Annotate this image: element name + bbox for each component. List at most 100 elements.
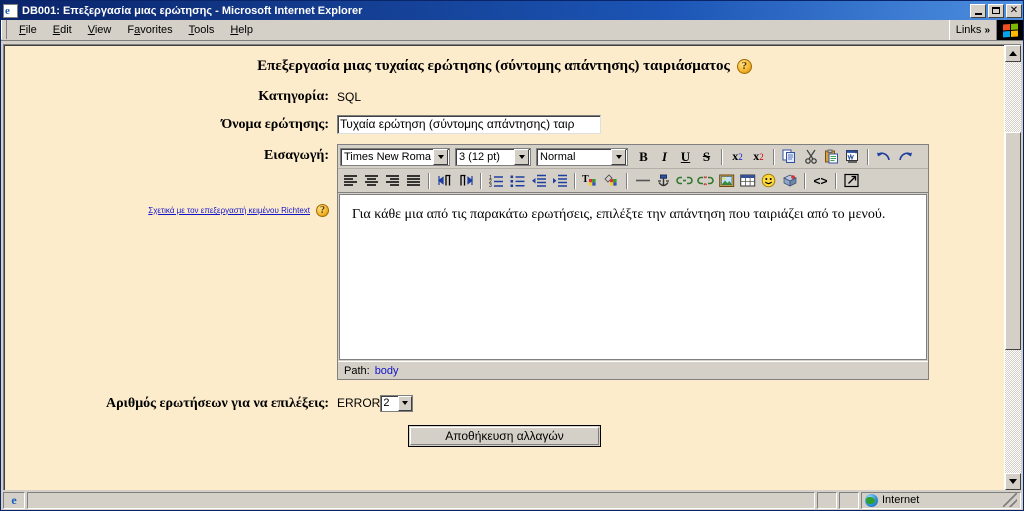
menu-item-view-rest: iew	[94, 24, 112, 36]
menu-item-edit[interactable]: Edit	[45, 22, 80, 38]
chevron-down-icon[interactable]	[433, 148, 448, 165]
question-count-selected: 2	[383, 397, 390, 409]
menu-item-file[interactable]: File	[11, 22, 45, 38]
ordered-list-icon[interactable]: 1 2 3	[486, 171, 507, 191]
question-count-label: Αριθμός ερωτήσεων για να επιλέξεις:	[105, 396, 329, 411]
field-row-intro: Εισαγωγή: Σχετικά με τον επεξεργαστή κει…	[5, 144, 1004, 380]
insert-media-icon[interactable]	[779, 171, 800, 191]
save-button[interactable]: Αποθήκευση αλλαγών	[408, 425, 601, 447]
html-source-icon[interactable]: <>	[810, 171, 831, 191]
close-button[interactable]: ✕	[1006, 3, 1022, 18]
menu-item-edit-rest: dit	[60, 24, 72, 36]
toolbar-separator	[773, 148, 775, 165]
indent-icon[interactable]	[549, 171, 570, 191]
richtext-help-link[interactable]: Σχετικά με τον επεξεργαστή κειμένου Rich…	[148, 206, 310, 215]
text-color-icon[interactable]: T	[580, 171, 601, 191]
path-value[interactable]: body	[375, 365, 399, 377]
align-right-icon[interactable]	[382, 171, 403, 191]
help-question-icon[interactable]: ?	[316, 204, 329, 217]
security-zone-pane[interactable]: Internet	[861, 491, 1021, 509]
intro-label: Εισαγωγή:	[263, 148, 329, 163]
fullscreen-icon[interactable]	[841, 171, 862, 191]
category-value: SQL	[337, 90, 362, 104]
help-question-icon[interactable]: ?	[736, 59, 752, 74]
align-center-icon[interactable]	[361, 171, 382, 191]
bold-icon[interactable]: B	[633, 147, 654, 167]
field-row-question-count: Αριθμός ερωτήσεων για να επιλέξεις: ERRO…	[5, 394, 1004, 412]
align-justify-icon[interactable]	[403, 171, 424, 191]
font-size-select[interactable]: 3 (12 pt)	[455, 147, 531, 166]
insert-image-icon[interactable]	[716, 171, 737, 191]
window-title: DB001: Επεξεργασία μιας ερώτησης - Micro…	[22, 4, 363, 17]
superscript-icon[interactable]: x2	[748, 147, 769, 167]
subscript-icon[interactable]: x2	[727, 147, 748, 167]
emoticon-icon[interactable]	[758, 171, 779, 191]
horizontal-rule-icon[interactable]	[632, 171, 653, 191]
underline-icon[interactable]: U	[675, 147, 696, 167]
internet-explorer-icon: e	[3, 3, 18, 18]
editor-path-bar: Path: body	[338, 361, 928, 379]
question-count-select[interactable]: 2	[380, 394, 414, 412]
question-count-value: ERROR 2	[337, 394, 414, 412]
anchor-icon[interactable]	[653, 171, 674, 191]
toolbar-separator	[480, 172, 482, 189]
path-label: Path:	[344, 364, 370, 377]
page-title-text: Επεξεργασία μιας τυχαίας ερώτησης (σύντο…	[257, 58, 730, 74]
redo-icon[interactable]	[894, 147, 915, 167]
internet-explorer-icon: e	[11, 493, 17, 507]
security-zone-label: Internet	[882, 494, 920, 506]
windows-logo-icon	[996, 20, 1023, 40]
paragraph-style-value: Normal	[540, 150, 576, 163]
align-left-icon[interactable]	[340, 171, 361, 191]
chevron-down-icon[interactable]	[398, 395, 413, 411]
editor-content-area[interactable]: Για κάθε μια από τις παρακάτω ερωτήσεις,…	[339, 194, 927, 360]
outdent-icon[interactable]	[528, 171, 549, 191]
richtext-editor: Times New Roman 3 (12 pt) Normal B I U S…	[337, 144, 929, 380]
cut-icon[interactable]	[800, 147, 821, 167]
copy-icon[interactable]	[779, 147, 800, 167]
chevron-down-icon[interactable]	[611, 148, 626, 165]
paste-icon[interactable]	[821, 147, 842, 167]
scroll-up-button[interactable]	[1005, 45, 1021, 62]
menu-item-tools[interactable]: Tools	[181, 22, 223, 38]
chevron-down-icon[interactable]	[514, 148, 529, 165]
menu-item-help[interactable]: Help	[222, 22, 261, 38]
direction-rtl-icon[interactable]	[455, 171, 476, 191]
paragraph-style-select[interactable]: Normal	[536, 147, 628, 166]
insert-link-icon[interactable]	[674, 171, 695, 191]
undo-icon[interactable]	[873, 147, 894, 167]
vertical-scrollbar[interactable]	[1004, 45, 1021, 490]
question-name-input[interactable]: Τυχαία ερώτηση (σύντομης απάντησης) ταιρ	[337, 115, 601, 134]
font-family-select[interactable]: Times New Roman	[340, 147, 450, 166]
minimize-button[interactable]	[970, 3, 986, 18]
menu-item-view[interactable]: View	[80, 22, 120, 38]
insert-table-icon[interactable]	[737, 171, 758, 191]
menu-item-help-rest: elp	[238, 24, 253, 36]
resize-grip[interactable]	[1003, 493, 1017, 507]
chevron-double-right-icon[interactable]: »	[984, 25, 990, 36]
scrollbar-thumb[interactable]	[1005, 131, 1021, 350]
field-row-category: Κατηγορία: SQL	[5, 87, 1004, 105]
menu-items: File Edit View Favorites Tools Help	[11, 22, 261, 38]
menu-item-favorites-rest: vorites	[140, 24, 173, 36]
question-count-error: ERROR	[337, 396, 381, 410]
direction-ltr-icon[interactable]	[434, 171, 455, 191]
background-color-icon[interactable]	[601, 171, 622, 191]
links-bar[interactable]: Links »	[948, 20, 996, 40]
maximize-button[interactable]	[988, 3, 1004, 18]
scroll-down-button[interactable]	[1005, 473, 1021, 490]
status-bar: e Internet	[1, 490, 1023, 510]
editor-toolbar-row-1: Times New Roman 3 (12 pt) Normal B I U S…	[338, 145, 928, 169]
menu-item-file-rest: ile	[25, 24, 37, 36]
font-size-value: 3 (12 pt)	[459, 150, 500, 163]
richtext-help: Σχετικά με τον επεξεργαστή κειμένου Rich…	[5, 204, 329, 217]
menu-item-favorites[interactable]: Favorites	[119, 22, 180, 38]
menu-bar-right: Links »	[948, 20, 1023, 40]
menu-item-tools-rest: ools	[194, 24, 215, 36]
strikethrough-icon[interactable]: S	[696, 147, 717, 167]
unordered-list-icon[interactable]	[507, 171, 528, 191]
italic-icon[interactable]: I	[654, 147, 675, 167]
unlink-icon[interactable]	[695, 171, 716, 191]
paste-word-icon[interactable]	[842, 147, 863, 167]
scrollbar-track[interactable]	[1005, 62, 1021, 473]
